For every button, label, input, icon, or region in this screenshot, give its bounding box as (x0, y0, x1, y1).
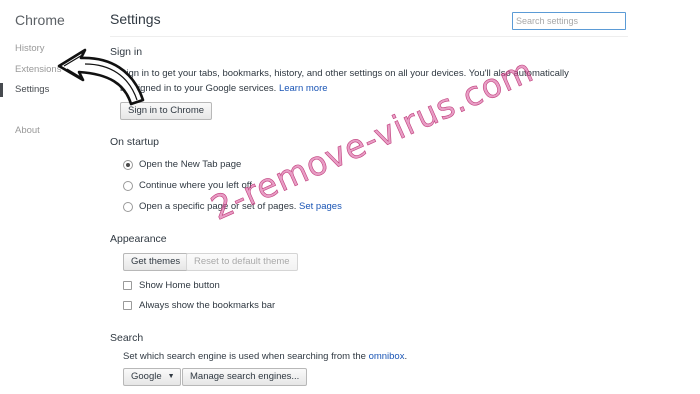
show-home-button-label: Show Home button (139, 280, 220, 291)
chevron-down-icon: ▼ (167, 373, 175, 380)
startup-label-continue: Continue where you left off (139, 180, 252, 191)
sidebar-item-extensions[interactable]: Extensions (0, 61, 95, 79)
show-bookmarks-bar-label: Always show the bookmarks bar (139, 300, 276, 311)
manage-search-engines-button[interactable]: Manage search engines... (182, 368, 308, 386)
sidebar-item-about[interactable]: About (0, 122, 95, 140)
sign-in-to-chrome-button[interactable]: Sign in to Chrome (120, 102, 213, 120)
chrome-brand: Chrome (15, 12, 65, 28)
appearance-section-title: Appearance (110, 233, 167, 245)
search-description-text: Set which search engine is used when sea… (123, 351, 366, 362)
signin-description-line2: be signed in to your Google services. Le… (120, 83, 328, 94)
startup-radio-specific-pages[interactable] (123, 202, 133, 212)
startup-specific-pages-text: Open a specific page or set of pages. (139, 201, 297, 212)
signin-description-text: be signed in to your Google services. (120, 83, 277, 94)
search-section-title: Search (110, 332, 144, 344)
learn-more-link[interactable]: Learn more (279, 83, 328, 94)
show-home-button-checkbox[interactable] (123, 281, 132, 290)
startup-label-specific-pages: Open a specific page or set of pages. Se… (139, 201, 342, 212)
startup-label-new-tab: Open the New Tab page (139, 159, 242, 170)
header-divider (110, 36, 628, 37)
search-input[interactable] (512, 12, 626, 30)
search-description: Set which search engine is used when sea… (123, 351, 407, 362)
get-themes-button[interactable]: Get themes (123, 253, 189, 271)
startup-radio-new-tab[interactable] (123, 160, 133, 170)
search-engine-value: Google (131, 371, 162, 382)
signin-section-title: Sign in (110, 46, 143, 58)
startup-section-title: On startup (110, 136, 160, 148)
set-pages-link[interactable]: Set pages (299, 201, 342, 212)
search-engine-select[interactable]: Google ▼ (123, 368, 181, 386)
sidebar-item-history[interactable]: History (0, 40, 95, 58)
sidebar: Chrome History Extensions Settings About (0, 0, 95, 394)
startup-radio-continue[interactable] (123, 181, 133, 191)
sidebar-item-settings[interactable]: Settings (0, 81, 95, 99)
show-bookmarks-bar-checkbox[interactable] (123, 301, 132, 310)
reset-theme-button[interactable]: Reset to default theme (186, 253, 298, 271)
page-title: Settings (110, 11, 161, 27)
signin-description-line1: Sign in to get your tabs, bookmarks, his… (120, 68, 569, 79)
omnibox-link[interactable]: omnibox (369, 351, 405, 362)
settings-main: Settings Sign in Sign in to get your tab… (110, 0, 700, 394)
search-description-end: . (404, 351, 408, 362)
